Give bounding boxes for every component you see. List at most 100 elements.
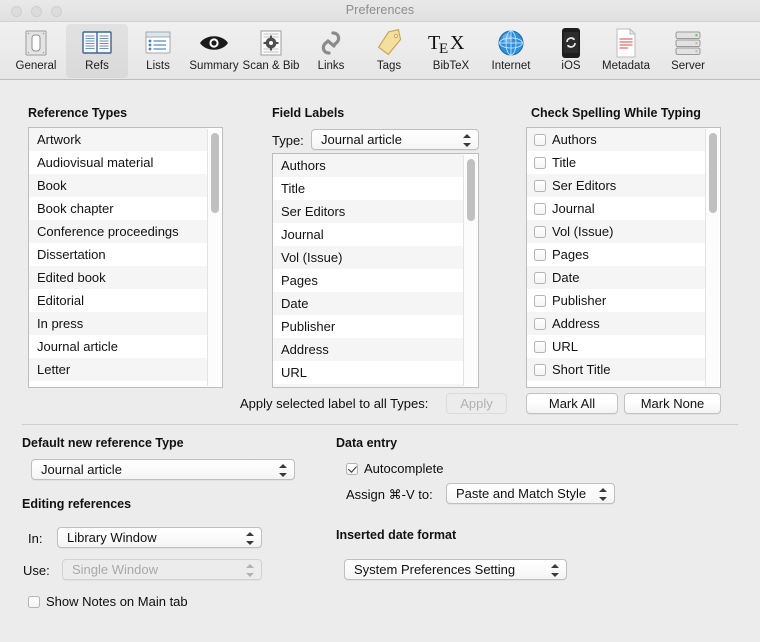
field-label-row[interactable]: Short Title xyxy=(273,384,463,387)
check-spelling-row[interactable]: Ser Editors xyxy=(527,174,705,197)
reference-type-row[interactable]: Letter xyxy=(29,358,207,381)
reference-types-list[interactable]: Artwork Audiovisual material Book Book chap… xyxy=(28,127,223,388)
general-switch-icon xyxy=(5,26,67,60)
check-spelling-row[interactable]: Journal xyxy=(527,197,705,220)
check-spelling-row[interactable]: Title xyxy=(527,151,705,174)
field-label-row[interactable]: Authors xyxy=(273,154,463,177)
reference-type-row[interactable]: Book xyxy=(29,174,207,197)
check-spelling-row[interactable]: Address xyxy=(527,312,705,335)
field-label-row[interactable]: Date xyxy=(273,292,463,315)
field-labels-list[interactable]: Authors Title Ser Editors Journal Vol (Issue… xyxy=(272,153,479,388)
toolbar-item-metadata[interactable]: Metadata xyxy=(595,24,657,78)
checkbox-box-icon[interactable] xyxy=(534,202,546,215)
reference-type-row[interactable]: Edited book xyxy=(29,266,207,289)
field-label-row[interactable]: Address xyxy=(273,338,463,361)
check-spelling-list[interactable]: Authors Title Ser Editors Journal Vol (Issue… xyxy=(526,127,721,388)
checkbox-box-icon[interactable] xyxy=(534,248,546,261)
toolbar-item-bibtex[interactable]: T E X BibTeX xyxy=(420,24,482,78)
reference-type-row[interactable]: Book chapter xyxy=(29,197,207,220)
toolbar-item-tags[interactable]: Tags xyxy=(358,24,420,78)
checkbox-box-icon[interactable] xyxy=(534,363,546,376)
reference-type-row[interactable]: Artwork xyxy=(29,128,207,151)
field-label-row[interactable]: Publisher xyxy=(273,315,463,338)
default-type-value: Journal article xyxy=(41,462,122,477)
field-labels-type-value: Journal article xyxy=(321,132,402,147)
checkbox-box-icon[interactable] xyxy=(534,317,546,330)
editing-use-label: Use: xyxy=(23,563,50,578)
checkbox-box-icon[interactable] xyxy=(534,340,546,353)
editing-use-popup[interactable]: Single Window xyxy=(62,559,262,580)
checkbox-box-icon[interactable] xyxy=(534,386,546,387)
check-spelling-row[interactable]: Date xyxy=(527,266,705,289)
checkbox-box-icon[interactable] xyxy=(534,225,546,238)
document-gear-icon xyxy=(240,26,302,60)
check-spelling-row[interactable]: Authors xyxy=(527,128,705,151)
scrollbar-thumb[interactable] xyxy=(467,159,475,221)
check-spelling-row-label: User1 xyxy=(552,381,587,387)
assign-paste-value: Paste and Match Style xyxy=(456,486,587,501)
assign-paste-popup[interactable]: Paste and Match Style xyxy=(446,483,615,504)
show-notes-checkbox[interactable]: Show Notes on Main tab xyxy=(28,594,188,609)
checkbox-box-icon[interactable] xyxy=(534,294,546,307)
field-label-row[interactable]: Title xyxy=(273,177,463,200)
check-spelling-row[interactable]: User1 xyxy=(527,381,705,387)
toolbar-item-summary[interactable]: Summary xyxy=(183,24,245,78)
field-label-row[interactable]: Ser Editors xyxy=(273,200,463,223)
chevron-updown-icon xyxy=(463,134,471,147)
toolbar-label-tags: Tags xyxy=(376,60,402,72)
checkbox-box-icon[interactable] xyxy=(534,133,546,146)
toolbar-item-links[interactable]: Links xyxy=(300,24,362,78)
check-spelling-row-label: Address xyxy=(552,316,600,331)
field-labels-scrollbar[interactable] xyxy=(463,155,477,386)
mark-none-button[interactable]: Mark None xyxy=(624,393,721,414)
check-spelling-row[interactable]: Vol (Issue) xyxy=(527,220,705,243)
toolbar-item-ios[interactable]: iOS xyxy=(540,24,602,78)
default-type-popup[interactable]: Journal article xyxy=(31,459,295,480)
autocomplete-checkbox[interactable]: Autocomplete xyxy=(346,461,444,476)
toolbar-label-lists: Lists xyxy=(146,60,170,72)
toolbar-item-scan-bib[interactable]: Scan & Bib xyxy=(240,24,302,78)
server-stack-icon xyxy=(657,26,719,60)
reference-type-row[interactable]: Editorial xyxy=(29,289,207,312)
checkbox-box-icon[interactable] xyxy=(534,179,546,192)
toolbar-item-internet[interactable]: Internet xyxy=(480,24,542,78)
check-spelling-row[interactable]: Pages xyxy=(527,243,705,266)
toolbar-item-general[interactable]: General xyxy=(5,24,67,78)
field-label-row[interactable]: Vol (Issue) xyxy=(273,246,463,269)
field-label-row[interactable]: Journal xyxy=(273,223,463,246)
price-tag-icon xyxy=(358,26,420,60)
checkbox-box-icon[interactable] xyxy=(534,271,546,284)
reference-type-row[interactable]: Audiovisual material xyxy=(29,151,207,174)
check-spelling-row-label: Authors xyxy=(552,132,597,147)
toolbar-label-links: Links xyxy=(317,60,345,72)
window-titlebar: Preferences xyxy=(0,0,760,22)
check-spelling-row[interactable]: Publisher xyxy=(527,289,705,312)
checkbox-box-icon xyxy=(346,462,358,475)
reference-type-row[interactable]: Conference proceedings xyxy=(29,220,207,243)
toolbar-item-server[interactable]: Server xyxy=(657,24,719,78)
inserted-date-format-popup[interactable]: System Preferences Setting xyxy=(344,559,567,580)
scrollbar-thumb[interactable] xyxy=(211,133,219,213)
editing-in-popup[interactable]: Library Window xyxy=(57,527,262,548)
apply-label-caption: Apply selected label to all Types: xyxy=(240,396,429,411)
field-labels-type-popup[interactable]: Journal article xyxy=(311,129,479,150)
scrollbar-thumb[interactable] xyxy=(709,133,717,213)
mark-all-button[interactable]: Mark All xyxy=(526,393,618,414)
check-spelling-title: Check Spelling While Typing xyxy=(531,106,701,120)
reference-types-scrollbar[interactable] xyxy=(207,129,221,386)
toolbar-item-refs[interactable]: Refs xyxy=(66,24,128,78)
checkbox-box-icon[interactable] xyxy=(534,156,546,169)
toolbar-item-lists[interactable]: Lists xyxy=(127,24,189,78)
check-spelling-scrollbar[interactable] xyxy=(705,129,719,386)
check-spelling-row[interactable]: Short Title xyxy=(527,358,705,381)
apply-button[interactable]: Apply xyxy=(446,393,507,414)
chevron-updown-icon xyxy=(599,488,607,501)
reference-type-row[interactable]: Dissertation xyxy=(29,243,207,266)
reference-type-row[interactable]: Map xyxy=(29,381,207,387)
reference-type-row[interactable]: In press xyxy=(29,312,207,335)
editing-use-value: Single Window xyxy=(72,562,158,577)
field-label-row[interactable]: Pages xyxy=(273,269,463,292)
reference-type-row[interactable]: Journal article xyxy=(29,335,207,358)
field-label-row[interactable]: URL xyxy=(273,361,463,384)
check-spelling-row[interactable]: URL xyxy=(527,335,705,358)
